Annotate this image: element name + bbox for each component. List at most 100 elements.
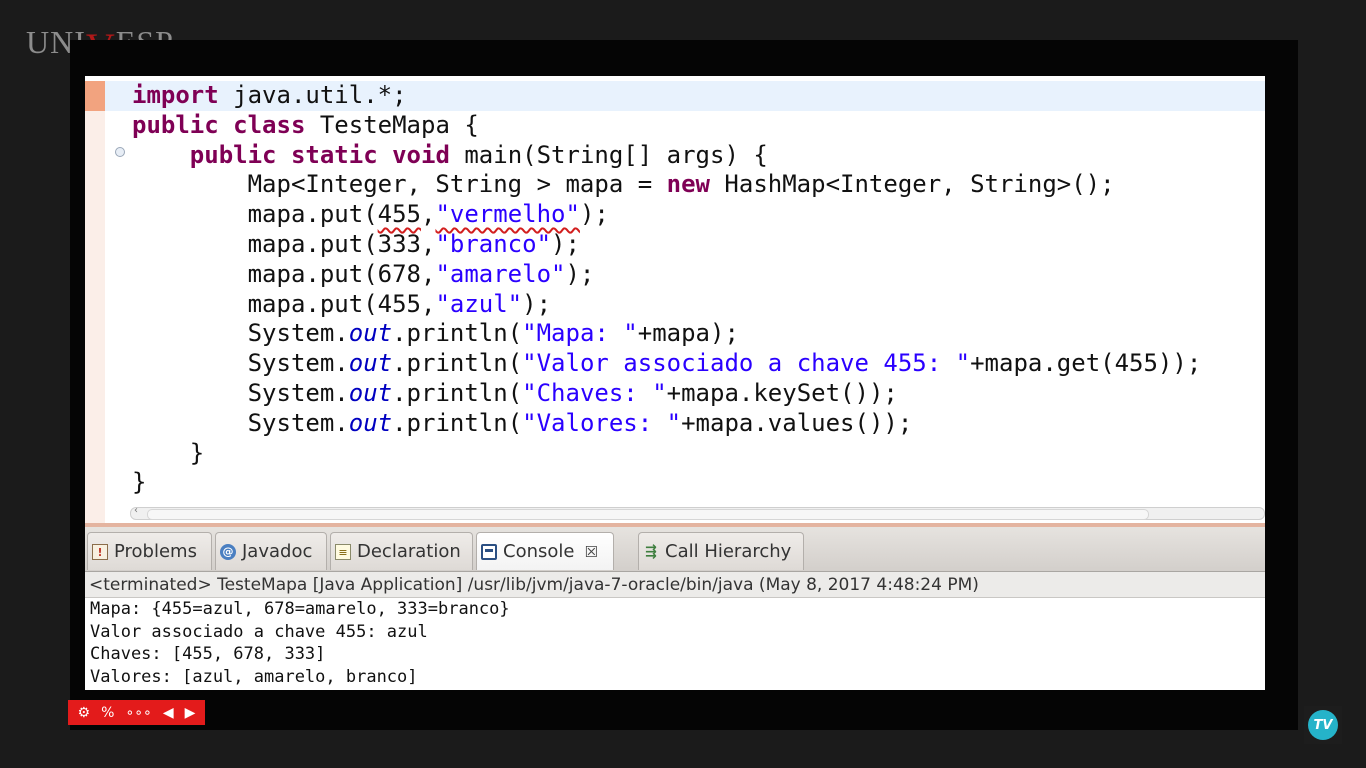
console-status-line: <terminated> TesteMapa [Java Application… xyxy=(85,572,1265,598)
tab-label: Javadoc xyxy=(242,541,313,562)
code-token: +mapa); xyxy=(637,319,739,348)
code-line: Map<Integer, String > mapa = new HashMap… xyxy=(132,170,1201,200)
tab-label: Console xyxy=(503,541,575,562)
code-token: main(String[] args) { xyxy=(449,140,768,169)
code-token: "Chaves: " xyxy=(522,378,667,407)
console-output[interactable]: Mapa: {455=azul, 678=amarelo, 333=branco… xyxy=(90,598,510,688)
code-token: ); xyxy=(551,229,580,258)
code-token: out xyxy=(348,408,393,437)
tv-logo: TV xyxy=(1304,706,1342,744)
code-token: mapa.put(455, xyxy=(247,289,436,318)
declaration-icon: ≡ xyxy=(335,543,351,560)
code-token: out xyxy=(348,349,393,378)
code-token: .println( xyxy=(392,378,523,407)
code-token: static xyxy=(290,140,378,169)
code-line: System.out.println("Mapa: "+mapa); xyxy=(132,319,1201,349)
editor-gutter xyxy=(85,111,105,524)
code-token: mapa.put( xyxy=(247,200,378,229)
tab-call-hierarchy[interactable]: ⇶ Call Hierarchy xyxy=(638,532,804,570)
code-editor[interactable]: import java.util.*; public class TesteMap… xyxy=(85,76,1265,524)
code-line: mapa.put(333,"branco"); xyxy=(132,230,1201,260)
code-line: System.out.println("Valor associado a ch… xyxy=(132,349,1202,379)
code-token: .println( xyxy=(392,349,523,378)
source-code[interactable]: import java.util.*; public class TesteMap… xyxy=(132,81,1201,498)
code-token: +mapa.keySet()); xyxy=(666,378,898,407)
code-line: mapa.put(455,"azul"); xyxy=(132,290,1201,320)
scrollbar-thumb[interactable] xyxy=(147,509,1149,520)
code-token: ); xyxy=(565,259,595,288)
code-token: } xyxy=(189,438,205,467)
video-player-controls: ⚙ % ∘∘∘ ◀ ▶ xyxy=(68,700,205,725)
bottom-panel-tabs: ! Problems @ Javadoc ≡ Declaration Conso… xyxy=(85,527,1265,572)
tab-console[interactable]: Console ☒ xyxy=(476,532,614,570)
code-token: +mapa.values()); xyxy=(681,408,913,437)
prev-icon[interactable]: ◀ xyxy=(163,705,174,721)
code-line: import java.util.*; xyxy=(132,81,1201,111)
code-token: class xyxy=(233,110,306,139)
code-token: "amarelo" xyxy=(435,259,566,288)
code-token: ); xyxy=(522,289,552,318)
code-token: } xyxy=(132,468,147,497)
console-line: Chaves: [455, 678, 333] xyxy=(90,644,326,664)
code-token: System. xyxy=(247,408,349,437)
code-token: void xyxy=(392,140,450,169)
horizontal-scrollbar[interactable]: ‹ xyxy=(130,505,1265,520)
code-token: new xyxy=(666,170,710,199)
percent-icon[interactable]: % xyxy=(101,705,114,721)
tab-declaration[interactable]: ≡ Declaration xyxy=(330,532,473,570)
code-token: .println( xyxy=(392,319,523,348)
code-token: "vermelho" xyxy=(435,200,580,229)
console-line: Valor associado a chave 455: azul xyxy=(90,621,428,642)
problems-icon: ! xyxy=(92,543,108,560)
code-token: "Valores: " xyxy=(522,408,682,437)
scroll-left-icon[interactable]: ‹ xyxy=(134,505,138,516)
tab-label: Problems xyxy=(114,541,197,562)
code-token: System. xyxy=(247,319,349,348)
code-token: System. xyxy=(247,378,349,407)
code-token: out xyxy=(348,319,393,348)
javadoc-icon: @ xyxy=(220,543,236,560)
code-line: public static void main(String[] args) { xyxy=(132,141,1201,171)
change-marker xyxy=(85,81,105,111)
code-token: ); xyxy=(579,200,609,229)
fold-collapse-icon[interactable] xyxy=(115,147,125,157)
code-token: .println( xyxy=(392,408,523,437)
eclipse-window: import java.util.*; public class TesteMap… xyxy=(85,76,1265,690)
code-token: +mapa.get(455)); xyxy=(970,349,1202,378)
code-line: } xyxy=(132,439,1201,469)
code-line: System.out.println("Valores: "+mapa.valu… xyxy=(132,409,1201,439)
code-line: } xyxy=(132,468,1201,498)
code-token: public xyxy=(132,110,219,139)
tab-label: Declaration xyxy=(357,541,461,562)
dots-icon[interactable]: ∘∘∘ xyxy=(125,705,151,721)
code-line: mapa.put(455,"vermelho"); xyxy=(132,200,1201,230)
console-icon xyxy=(481,543,497,560)
tab-problems[interactable]: ! Problems xyxy=(87,532,212,570)
code-token: HashMap<Integer, String>(); xyxy=(709,170,1115,199)
code-token: System. xyxy=(247,349,349,378)
console-line: Valores: [azul, amarelo, branco] xyxy=(90,666,418,687)
console-line: Mapa: {455=azul, 678=amarelo, 333=branco… xyxy=(90,599,510,619)
tab-javadoc[interactable]: @ Javadoc xyxy=(215,532,327,570)
code-token: mapa.put(678, xyxy=(247,259,436,288)
next-icon[interactable]: ▶ xyxy=(185,705,196,721)
settings-icon[interactable]: ⚙ xyxy=(78,705,91,721)
code-line: mapa.put(678,"amarelo"); xyxy=(132,260,1201,290)
code-token: "azul" xyxy=(435,289,523,318)
code-token: "branco" xyxy=(435,229,552,258)
code-line: public class TesteMapa { xyxy=(132,111,1201,141)
tv-logo-circle: TV xyxy=(1308,710,1338,740)
code-line: System.out.println("Chaves: "+mapa.keySe… xyxy=(132,379,1201,409)
tab-label: Call Hierarchy xyxy=(665,541,792,562)
code-token: out xyxy=(348,378,393,407)
code-token: import xyxy=(132,81,219,109)
code-token: public xyxy=(189,140,277,169)
code-token: Map<Integer, String > mapa = xyxy=(247,170,667,199)
code-token: , xyxy=(421,200,436,229)
code-token: "Mapa: " xyxy=(522,319,638,348)
close-icon[interactable]: ☒ xyxy=(584,543,597,561)
code-token: 455 xyxy=(377,200,421,229)
